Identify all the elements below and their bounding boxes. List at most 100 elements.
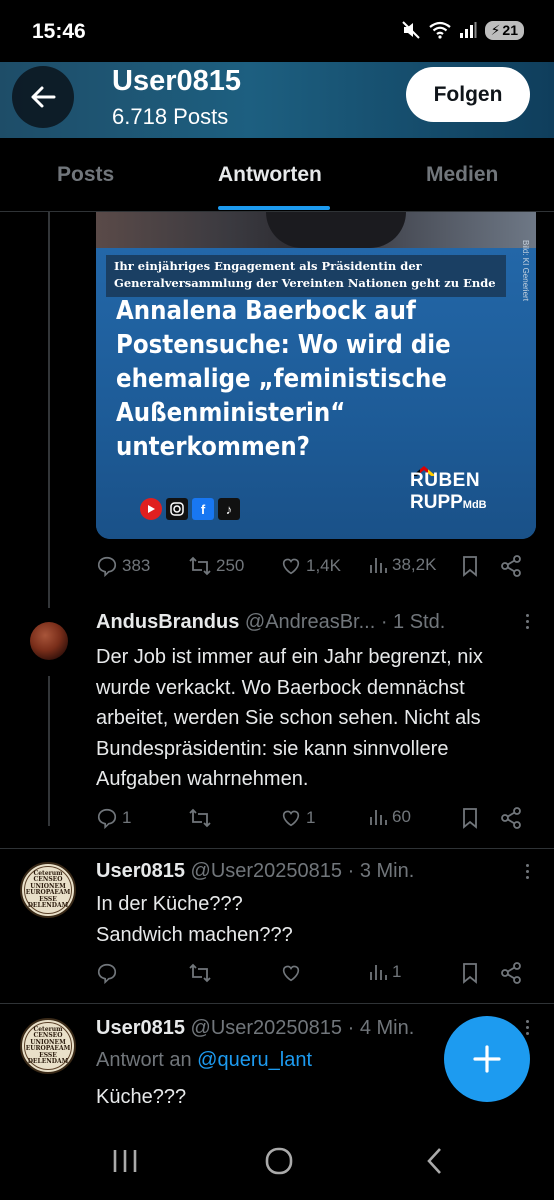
battery-level: 21 [502,22,518,38]
more-options-icon[interactable] [524,614,530,629]
author-handle-time: @AndreasBr... · 1 Std. [244,611,446,633]
repost-button[interactable] [188,962,212,984]
divider [0,848,554,849]
like-button[interactable]: 1 [280,807,315,829]
tab-medien[interactable]: Medien [426,163,498,187]
views-button[interactable]: 60 [368,807,411,827]
ruben-rupp-logo: RUBEN RUPPMdB [410,466,520,521]
reply-icon [97,556,117,577]
mute-icon [401,21,420,39]
reply-count: 383 [122,556,151,575]
heart-icon [282,965,300,982]
battery-bolt-icon: ⚡ [490,21,501,38]
recent-apps-button[interactable] [110,1148,140,1179]
share-icon [501,962,521,984]
reply-button[interactable]: 1 [96,807,131,829]
post-count: 6.718 Posts [112,104,229,129]
reply-button[interactable]: 383 [96,555,150,577]
bookmark-button[interactable] [460,807,480,829]
bookmark-icon [463,556,477,577]
repost-button[interactable]: 250 [188,555,244,577]
tab-antworten[interactable]: Antworten [218,163,322,187]
signal-icon [459,22,477,38]
post-actions: 1 [96,962,536,992]
image-subtitle-banner: Ihr einjähriges Engagement als Präsident… [106,255,506,297]
back-nav-button[interactable] [424,1146,446,1181]
like-button[interactable] [280,962,302,984]
like-count: 1 [306,808,316,827]
post-header: User0815 @User20250815 · 3 Min. [96,860,414,883]
views-icon [370,965,387,980]
image-photo-strip [96,212,536,248]
facebook-icon: f [192,498,214,520]
profile-header: User0815 6.718 Posts Folgen [0,62,554,138]
like-count: 1,4K [306,556,341,575]
reply-icon [97,963,117,984]
headline-line: Außenministerin“ [116,398,346,428]
compose-button[interactable] [444,1016,530,1102]
post-image[interactable]: Ihr einjähriges Engagement als Präsident… [96,212,536,539]
view-count: 1 [392,962,402,981]
reply-icon [97,808,117,829]
more-options-icon[interactable] [524,864,530,879]
status-time: 15:46 [32,20,86,43]
post-text: Der Job ist immer auf ein Jahr begrenzt,… [96,646,483,790]
share-button[interactable] [500,807,522,829]
image-subtitle-line: Ihr einjähriges Engagement als Präsident… [114,259,422,273]
headline-line: unterkommen? [116,432,310,462]
reply-to-line: Antwort an @queru_lant [96,1049,312,1072]
status-bar: 15:46 ⚡ 21 [0,0,554,62]
thread-line [48,212,50,608]
reply-button[interactable] [96,962,118,984]
follow-button[interactable]: Folgen [406,67,530,122]
post-text: In der Küche??? Sandwich machen??? [96,889,536,950]
wifi-icon [428,21,451,39]
recent-apps-icon [113,1150,137,1172]
avatar[interactable]: Ceterum CENSEO UNIONEM EUROPAEAM ESSE DELENDA… [20,1018,76,1074]
more-options-icon[interactable] [524,1020,530,1035]
views-icon [370,558,387,573]
bookmark-button[interactable] [460,555,480,577]
bookmark-button[interactable] [460,962,480,984]
avatar-seal-image: Ceterum CENSEO UNIONEM EUROPAEAM ESSE DELENDA… [24,866,72,914]
plus-icon [473,1045,501,1073]
repost-button[interactable] [188,807,212,829]
views-button[interactable]: 1 [368,962,401,982]
post-text-line: Sandwich machen??? [96,923,293,946]
share-icon [501,807,521,829]
repost-icon [189,963,211,983]
post-header: AndusBrandus @AndreasBr... · 1 Std. [96,611,445,634]
battery-indicator: ⚡ 21 [484,20,524,40]
avatar[interactable] [30,622,68,660]
repost-count: 250 [216,556,245,575]
back-button[interactable] [12,66,74,128]
active-tab-indicator [218,206,330,210]
view-count: 38,2K [392,555,437,574]
share-button[interactable] [500,962,522,984]
repost-icon [189,808,211,828]
share-button[interactable] [500,555,522,577]
bookmark-icon [463,963,477,984]
views-button[interactable]: 38,2K [368,555,436,575]
tab-posts[interactable]: Posts [57,163,114,187]
avatar[interactable]: Ceterum CENSEO UNIONEM EUROPAEAM ESSE DELENDA… [20,862,76,918]
home-button[interactable] [264,1146,294,1181]
chevron-left-icon [427,1148,441,1174]
profile-tabs: Posts Antworten Medien [0,138,554,212]
author-handle-time: @User20250815 · 4 Min. [190,1017,415,1039]
headline-line: Postensuche: Wo wird die [116,330,451,360]
post-header: User0815 @User20250815 · 4 Min. [96,1017,414,1040]
image-ai-note: Bild: KI Generiert [521,240,530,301]
youtube-icon [140,498,162,520]
author-name[interactable]: User0815 [96,1017,185,1039]
reply-mention-link[interactable]: @queru_lant [197,1049,312,1071]
headline-line: Annalena Baerbock auf [116,296,416,326]
author-name[interactable]: AndusBrandus [96,611,239,633]
like-button[interactable]: 1,4K [280,555,341,577]
system-nav-bar [0,1122,554,1200]
bookmark-icon [463,808,477,829]
author-name[interactable]: User0815 [96,860,185,882]
image-social-icons: f ♪ [140,498,240,520]
post-text-line: In der Küche??? [96,893,243,915]
instagram-icon [166,498,188,520]
